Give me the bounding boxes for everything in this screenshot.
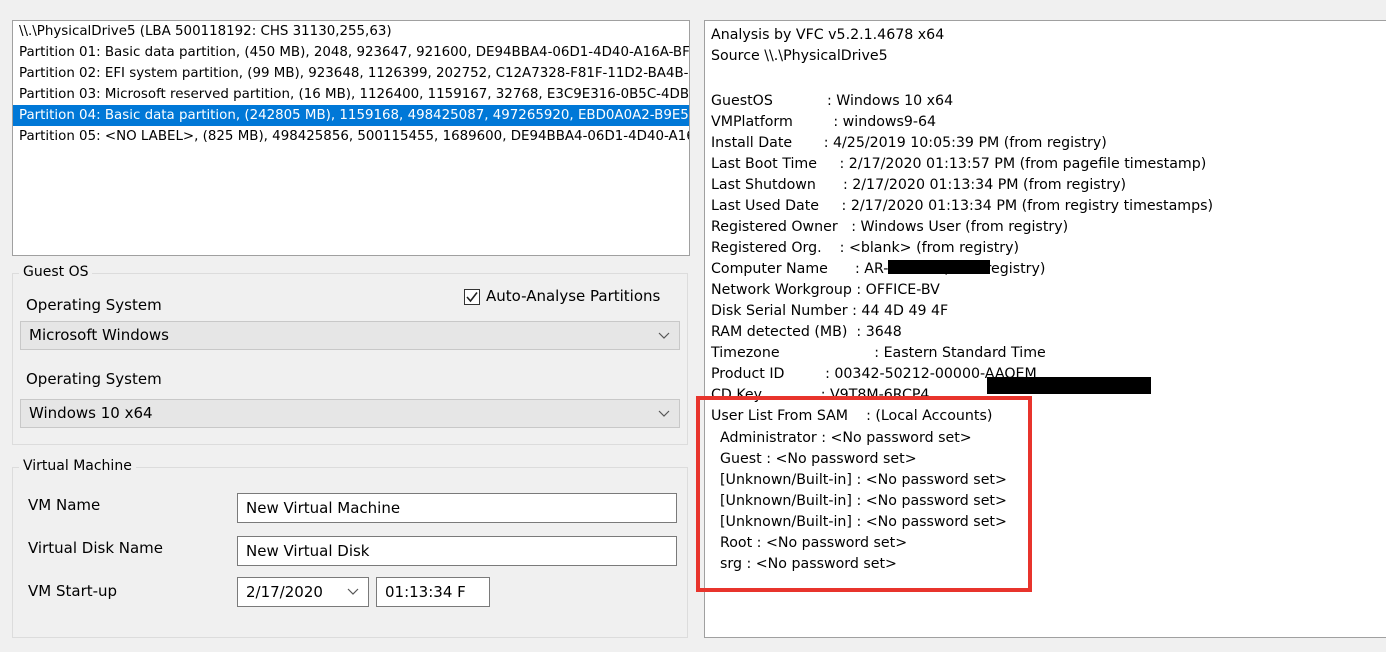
os-family-select[interactable]: Microsoft Windows bbox=[20, 321, 680, 350]
os-version-select[interactable]: Windows 10 x64 bbox=[20, 399, 680, 428]
analysis-line: Registered Owner : Windows User (from re… bbox=[711, 219, 1069, 235]
vm-startup-label: VM Start-up bbox=[28, 582, 118, 600]
checkbox-box[interactable] bbox=[464, 289, 480, 305]
partition-row-02[interactable]: Partition 02: EFI system partition, (99 … bbox=[13, 63, 689, 84]
analysis-line: Computer Name : AR- (from registry) bbox=[711, 261, 1046, 277]
analysis-line: VMPlatform : windows9-64 bbox=[711, 114, 937, 130]
partition-row-05[interactable]: Partition 05: <NO LABEL>, (825 MB), 4984… bbox=[13, 126, 689, 147]
partition-row-03[interactable]: Partition 03: Microsoft reserved partiti… bbox=[13, 84, 689, 105]
guest-os-group-label: Guest OS bbox=[19, 264, 93, 280]
analysis-line: Last Used Date : 2/17/2020 01:13:34 PM (… bbox=[711, 198, 1214, 214]
virtual-disk-name-label: Virtual Disk Name bbox=[28, 539, 164, 557]
os-version-value: Windows 10 x64 bbox=[29, 404, 153, 422]
analysis-line: Analysis by VFC v5.2.1.4678 x64 bbox=[711, 27, 945, 43]
analysis-line: Last Boot Time : 2/17/2020 01:13:57 PM (… bbox=[711, 156, 1207, 172]
vm-startup-time-input[interactable]: 01:13:34 F bbox=[376, 577, 490, 607]
vm-startup-date-picker[interactable]: 2/17/2020 bbox=[237, 577, 369, 607]
user-list-highlight-box bbox=[696, 396, 1032, 592]
partition-row-04[interactable]: Partition 04: Basic data partition, (242… bbox=[13, 105, 689, 126]
vm-name-input[interactable]: New Virtual Machine bbox=[237, 493, 677, 523]
chevron-down-icon bbox=[658, 332, 670, 339]
analysis-line: Source \\.\PhysicalDrive5 bbox=[711, 48, 888, 64]
virtual-machine-group-label: Virtual Machine bbox=[19, 458, 136, 474]
virtual-disk-name-input[interactable]: New Virtual Disk bbox=[237, 536, 677, 566]
vm-name-label: VM Name bbox=[28, 496, 101, 514]
analysis-line: GuestOS : Windows 10 x64 bbox=[711, 93, 954, 109]
analysis-line: Network Workgroup : OFFICE-BV bbox=[711, 282, 940, 298]
checkmark-icon bbox=[466, 292, 478, 303]
vm-startup-date: 2/17/2020 bbox=[246, 583, 323, 601]
os-version-label: Operating System bbox=[26, 370, 162, 388]
chevron-down-icon bbox=[347, 588, 359, 595]
chevron-down-icon bbox=[658, 410, 670, 417]
auto-analyse-label: Auto-Analyse Partitions bbox=[486, 287, 661, 305]
analysis-line: RAM detected (MB) : 3648 bbox=[711, 324, 902, 340]
analysis-line: Registered Org. : <blank> (from registry… bbox=[711, 240, 1020, 256]
os-family-label: Operating System bbox=[26, 296, 162, 314]
analysis-line: Timezone : Eastern Standard Time bbox=[711, 345, 1046, 361]
partition-list[interactable]: \\.\PhysicalDrive5 (LBA 500118192: CHS 3… bbox=[12, 20, 690, 256]
redaction-computer-name bbox=[888, 260, 990, 274]
analysis-line: Disk Serial Number : 44 4D 49 4F bbox=[711, 303, 949, 319]
redaction-cd-key bbox=[987, 377, 1151, 394]
partition-row-01[interactable]: Partition 01: Basic data partition, (450… bbox=[13, 42, 689, 63]
os-family-value: Microsoft Windows bbox=[29, 326, 169, 344]
analysis-line: Last Shutdown : 2/17/2020 01:13:34 PM (f… bbox=[711, 177, 1127, 193]
analysis-line: Install Date : 4/25/2019 10:05:39 PM (fr… bbox=[711, 135, 1107, 151]
partition-row-drive[interactable]: \\.\PhysicalDrive5 (LBA 500118192: CHS 3… bbox=[13, 21, 689, 42]
